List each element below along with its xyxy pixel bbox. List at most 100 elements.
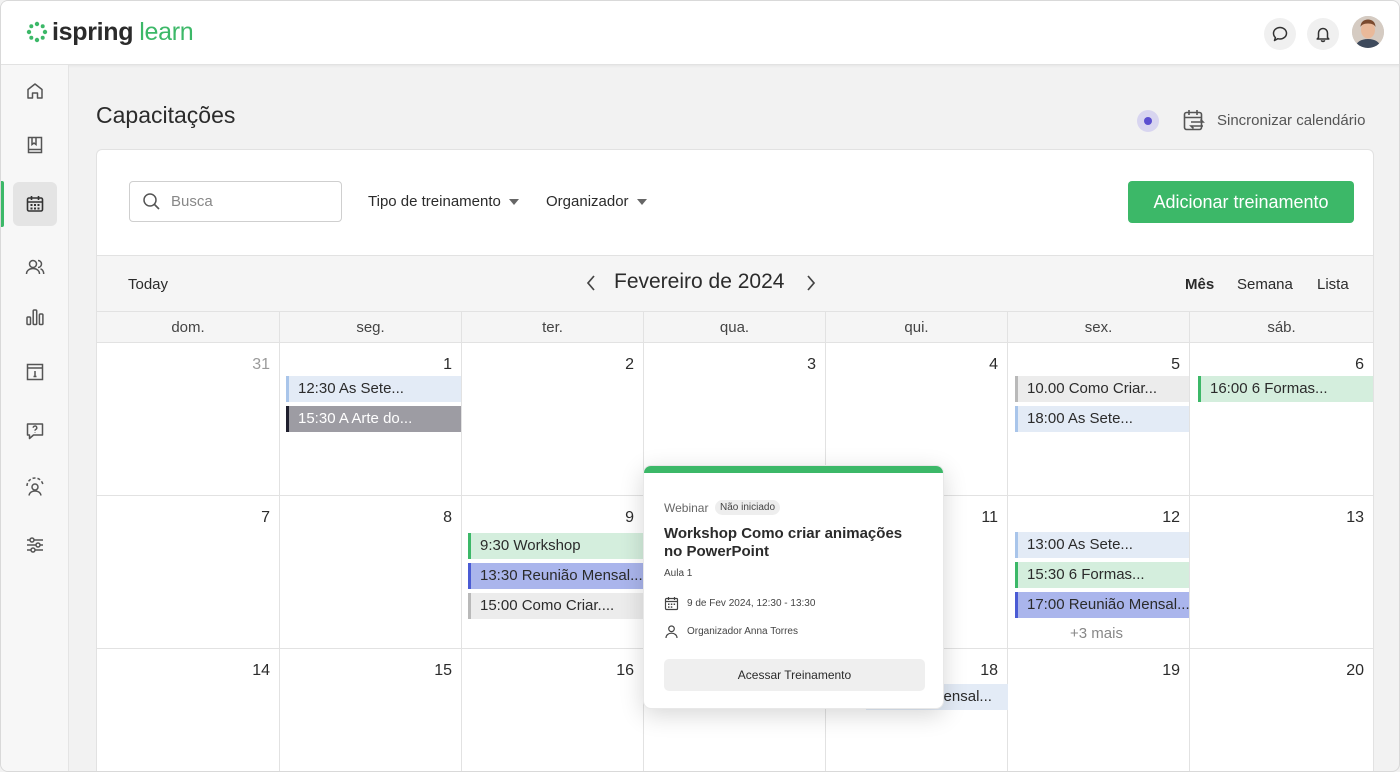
add-training-button[interactable]: Adicionar treinamento: [1128, 181, 1354, 223]
chevron-down-icon: [636, 198, 647, 205]
weekday-label: seg.: [280, 312, 462, 343]
sidebar-item-support[interactable]: [13, 465, 57, 509]
event-organizer-row: Organizador Anna Torres: [664, 624, 798, 639]
day-cell[interactable]: 14: [97, 649, 280, 771]
event-type-label: Webinar: [664, 501, 709, 515]
notifications-button[interactable]: [1307, 18, 1339, 50]
day-cell[interactable]: 5 10.00 Como Criar... 18:00 As Sete...: [1008, 343, 1190, 496]
sidebar-item-info[interactable]: [13, 350, 57, 394]
more-events-link[interactable]: +3 mais: [1070, 625, 1123, 642]
status-badge: Não iniciado: [715, 500, 781, 515]
support-icon: [26, 477, 44, 496]
day-number: 4: [989, 356, 998, 373]
status-indicator[interactable]: [1137, 110, 1159, 132]
chevron-right-icon[interactable]: [803, 272, 819, 294]
month-label: Fevereiro de 2024: [614, 270, 785, 293]
day-cell[interactable]: 16: [462, 649, 644, 771]
day-number: 1: [443, 356, 452, 373]
event-datetime-row: 9 de Fev 2024, 12:30 - 13:30: [664, 596, 815, 611]
question-icon: [26, 423, 44, 440]
day-number: 7: [261, 509, 270, 526]
calendar-event[interactable]: 16:00 6 Formas...: [1198, 376, 1373, 402]
weekday-label: sáb.: [1267, 319, 1296, 336]
day-cell[interactable]: 13: [1190, 496, 1373, 649]
day-cell[interactable]: 31: [97, 343, 280, 496]
day-number: 8: [443, 509, 452, 526]
sidebar-active-indicator: [1, 181, 4, 227]
sidebar-item-settings[interactable]: [13, 523, 57, 567]
chevron-left-icon[interactable]: [583, 272, 599, 294]
today-button[interactable]: Today: [128, 276, 168, 293]
training-type-filter[interactable]: Tipo de treinamento: [368, 193, 519, 210]
calendar-event[interactable]: 13:00 As Sete...: [1015, 532, 1189, 558]
day-number: 5: [1171, 356, 1180, 373]
calendar-event[interactable]: 12:30 As Sete...: [286, 376, 461, 402]
calendar-event[interactable]: 15:30 6 Formas...: [1015, 562, 1189, 588]
page-title: Capacitações: [96, 102, 236, 128]
day-cell[interactable]: 7: [97, 496, 280, 649]
search-icon: [143, 193, 160, 210]
view-week-tab[interactable]: Semana: [1237, 276, 1293, 293]
app-window: ispring learn Capacitações Sincronizar c…: [0, 0, 1400, 772]
day-number: 6: [1355, 356, 1364, 373]
weekday-header: dom. seg. ter. qua. qui. sex. sáb.: [97, 312, 1373, 343]
calendar-event[interactable]: 15:00 Como Criar....: [468, 593, 644, 619]
day-cell[interactable]: 19: [1008, 649, 1190, 771]
search-box[interactable]: [129, 181, 342, 222]
logo-text-primary: ispring: [52, 17, 134, 46]
chart-icon: [26, 309, 44, 326]
calendar-event[interactable]: 9:30 Workshop: [468, 533, 644, 559]
sidebar-item-help[interactable]: [13, 409, 57, 453]
day-cell[interactable]: 15: [280, 649, 462, 771]
day-number: 31: [252, 356, 270, 373]
day-cell[interactable]: 1 12:30 As Sete... 15:30 A Arte do...: [280, 343, 462, 496]
settings-sliders-icon: [27, 537, 43, 553]
day-number: 15: [434, 662, 452, 679]
calendar-event[interactable]: 10.00 Como Criar...: [1015, 376, 1189, 402]
event-popover: Webinar Não iniciado Workshop Como criar…: [643, 465, 944, 709]
day-cell[interactable]: 20: [1190, 649, 1373, 771]
day-cell[interactable]: 8: [280, 496, 462, 649]
day-cell[interactable]: 12 13:00 As Sete... 15:30 6 Formas... 17…: [1008, 496, 1190, 649]
sidebar-item-library[interactable]: [13, 123, 57, 167]
sidebar-item-reports[interactable]: [13, 295, 57, 339]
calendar-toolbar: Today Fevereiro de 2024 Mês Semana Lista: [97, 255, 1373, 312]
user-avatar[interactable]: [1352, 16, 1384, 48]
bell-icon: [1316, 27, 1330, 43]
chevron-down-icon: [508, 198, 519, 205]
logo-mark-icon: [26, 21, 48, 43]
view-month-tab[interactable]: Mês: [1185, 276, 1214, 293]
book-icon: [27, 136, 43, 154]
day-cell[interactable]: 6 16:00 6 Formas...: [1190, 343, 1373, 496]
person-icon: [665, 625, 678, 639]
day-cell[interactable]: 2: [462, 343, 644, 496]
event-datetime: 9 de Fev 2024, 12:30 - 13:30: [687, 598, 816, 609]
sidebar-item-home[interactable]: [13, 69, 57, 113]
sidebar: [1, 65, 69, 771]
day-number: 11: [981, 509, 998, 526]
info-box-icon: [26, 363, 44, 381]
search-input[interactable]: [171, 193, 331, 210]
weekday-label: qua.: [644, 312, 826, 343]
day-number: 19: [1162, 662, 1180, 679]
organizer-filter[interactable]: Organizador: [546, 193, 647, 210]
chat-button[interactable]: [1264, 18, 1296, 50]
sync-calendar-link[interactable]: Sincronizar calendário: [1217, 112, 1365, 129]
weekday-label: ter.: [462, 312, 644, 343]
home-icon: [27, 83, 43, 99]
access-training-button[interactable]: Acessar Treinamento: [664, 659, 925, 691]
sidebar-item-calendar[interactable]: [13, 182, 57, 226]
calendar-sync-icon[interactable]: [1182, 108, 1206, 134]
view-list-tab[interactable]: Lista: [1317, 276, 1349, 293]
calendar-event[interactable]: 15:30 A Arte do...: [286, 406, 461, 432]
day-cell[interactable]: 9 9:30 Workshop 13:30 Reunião Mensal... …: [462, 496, 644, 649]
sidebar-item-users[interactable]: [13, 245, 57, 289]
calendar-event[interactable]: 18:00 As Sete...: [1015, 406, 1189, 432]
logo-text-secondary: learn: [139, 17, 194, 46]
calendar-event[interactable]: 17:00 Reunião Mensal...: [1015, 592, 1189, 618]
event-organizer: Organizador Anna Torres: [687, 626, 798, 637]
calendar-event[interactable]: 13:30 Reunião Mensal...: [468, 563, 644, 589]
day-number: 18: [980, 662, 998, 679]
chat-icon: [1272, 26, 1288, 42]
logo[interactable]: ispring learn: [26, 17, 194, 46]
